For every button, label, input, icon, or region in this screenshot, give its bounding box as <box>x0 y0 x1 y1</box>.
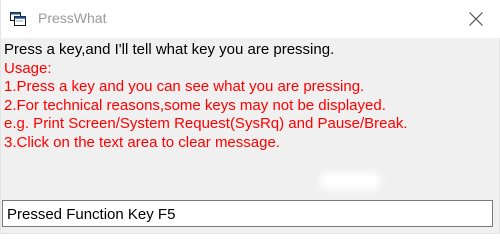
redaction-smudge <box>319 172 381 190</box>
usage-line-2: 2.For technical reasons,some keys may no… <box>4 96 386 114</box>
title-bar[interactable]: PressWhat <box>1 0 500 38</box>
intro-text: Press a key,and I'll tell what key you a… <box>4 41 335 58</box>
window-title: PressWhat <box>38 10 107 26</box>
usage-heading: Usage: <box>4 59 52 77</box>
message-text-area[interactable]: Press a key,and I'll tell what key you a… <box>4 41 494 191</box>
status-field[interactable]: Pressed Function Key F5 <box>2 200 493 227</box>
close-button[interactable] <box>453 0 499 37</box>
presswhat-window: PressWhat Press a key,and I'll tell what… <box>0 0 500 234</box>
usage-line-example: e.g. Print Screen/System Request(SysRq) … <box>4 115 408 133</box>
client-area: Press a key,and I'll tell what key you a… <box>1 38 499 199</box>
close-icon <box>469 11 483 26</box>
usage-line-3: 3.Click on the text area to clear messag… <box>4 133 280 151</box>
app-window-icon <box>10 12 26 26</box>
usage-line-1: 1.Press a key and you can see what you a… <box>4 78 365 96</box>
